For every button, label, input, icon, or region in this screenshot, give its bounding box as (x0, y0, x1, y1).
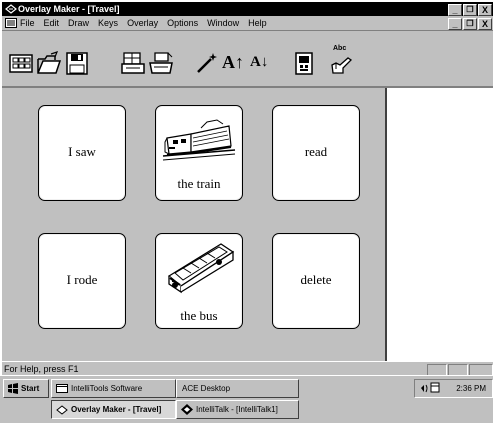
minimize-button[interactable]: _ (448, 4, 462, 16)
save-disk-icon (66, 52, 88, 75)
spell-check-button[interactable]: Abc (328, 45, 354, 76)
menu-keys[interactable]: Keys (98, 16, 118, 30)
menu-file[interactable]: File (20, 16, 35, 30)
document-minimize-button[interactable]: _ (448, 18, 462, 30)
taskbar-button-label: IntelliTools Software (71, 384, 143, 393)
title-bar[interactable]: Overlay Maker - [Travel] _ ❐ X (2, 2, 493, 16)
menu-options[interactable]: Options (167, 16, 198, 30)
printer-icon (149, 52, 173, 74)
overlay-key-the-bus[interactable]: the bus (155, 233, 243, 329)
new-overlay-button[interactable] (8, 51, 34, 76)
save-button[interactable] (64, 51, 90, 76)
spell-check-label: Abc (333, 45, 347, 52)
overlay-key-i-saw[interactable]: I saw (38, 105, 126, 201)
overlay-print-icon (121, 52, 145, 74)
taskbar-button-label: ACE Desktop (182, 384, 231, 393)
overlay-key-the-train[interactable]: the train (155, 105, 243, 201)
status-bar: For Help, press F1 (2, 361, 493, 376)
magic-wand-button[interactable] (194, 51, 220, 76)
bus-picture (167, 243, 235, 294)
window-title: Overlay Maker - [Travel] (18, 4, 120, 14)
taskbar-button-label: Overlay Maker - [Travel] (71, 405, 162, 414)
taskbar-intellitools[interactable]: IntelliTools Software (51, 379, 176, 398)
font-smaller-button[interactable]: A↓ (248, 51, 274, 76)
status-text: For Help, press F1 (4, 364, 79, 374)
open-button[interactable] (36, 51, 62, 76)
document-restore-button[interactable]: ❐ (463, 18, 477, 30)
key-label: read (304, 144, 328, 159)
app-icon[interactable] (5, 3, 17, 15)
menu-draw[interactable]: Draw (68, 16, 89, 30)
keyboard-icon (295, 52, 313, 75)
keyboard-setup-button[interactable] (291, 51, 317, 76)
key-label: I rode (66, 272, 98, 287)
font-larger-button[interactable]: A↑ (220, 51, 246, 76)
menu-overlay[interactable]: Overlay (127, 16, 158, 30)
document-control-icon[interactable] (5, 18, 17, 28)
tray-icons[interactable] (419, 382, 441, 395)
overlay-key-read[interactable]: read (272, 105, 360, 201)
overlay-canvas[interactable]: I saw the train read I rode the bus dele… (2, 88, 387, 361)
start-button[interactable]: Start (3, 379, 49, 398)
taskbar-ace-desktop[interactable]: ACE Desktop (176, 379, 299, 398)
menu-window[interactable]: Window (207, 16, 239, 30)
overlay-maker-window: Overlay Maker - [Travel] _ ❐ X File Edit… (2, 2, 493, 376)
taskbar-overlay-maker[interactable]: Overlay Maker - [Travel] (51, 400, 176, 419)
system-tray: 2:36 PM (414, 379, 493, 398)
spell-check-icon (331, 57, 353, 74)
clock: 2:36 PM (456, 384, 486, 393)
overlay-maker-icon (56, 405, 68, 416)
key-label: I saw (68, 144, 96, 159)
windows-logo-icon (8, 383, 18, 395)
key-label: the train (177, 176, 221, 191)
start-label: Start (21, 384, 40, 393)
menu-bar: File Edit Draw Keys Overlay Options Wind… (2, 16, 493, 31)
font-larger-icon: A↑ (222, 52, 244, 72)
taskbar-button-label: IntelliTalk - [IntelliTalk1] (196, 405, 278, 414)
open-folder-icon (37, 51, 62, 74)
print-overlay-button[interactable] (120, 51, 146, 76)
intellitalk-icon (181, 404, 193, 416)
magic-wand-icon (197, 53, 217, 73)
close-button[interactable]: X (478, 4, 492, 16)
font-smaller-icon: A↓ (250, 54, 269, 70)
program-group-icon (56, 384, 68, 394)
menu-edit[interactable]: Edit (44, 16, 60, 30)
key-label: delete (300, 272, 332, 287)
overlay-key-delete[interactable]: delete (272, 233, 360, 329)
toolbar: A↑ A↓ Abc (2, 31, 493, 88)
menu-help[interactable]: Help (248, 16, 267, 30)
empty-window-area (387, 88, 493, 361)
train-picture (162, 119, 236, 161)
print-button[interactable] (148, 51, 174, 76)
key-label: the bus (180, 308, 218, 323)
document-close-button[interactable]: X (478, 18, 492, 30)
grid-icon (9, 54, 33, 73)
taskbar-intellitalk[interactable]: IntelliTalk - [IntelliTalk1] (176, 400, 299, 419)
restore-button[interactable]: ❐ (463, 4, 477, 16)
overlay-key-i-rode[interactable]: I rode (38, 233, 126, 329)
taskbar: Start IntelliTools Software ACE Desktop … (0, 375, 493, 423)
